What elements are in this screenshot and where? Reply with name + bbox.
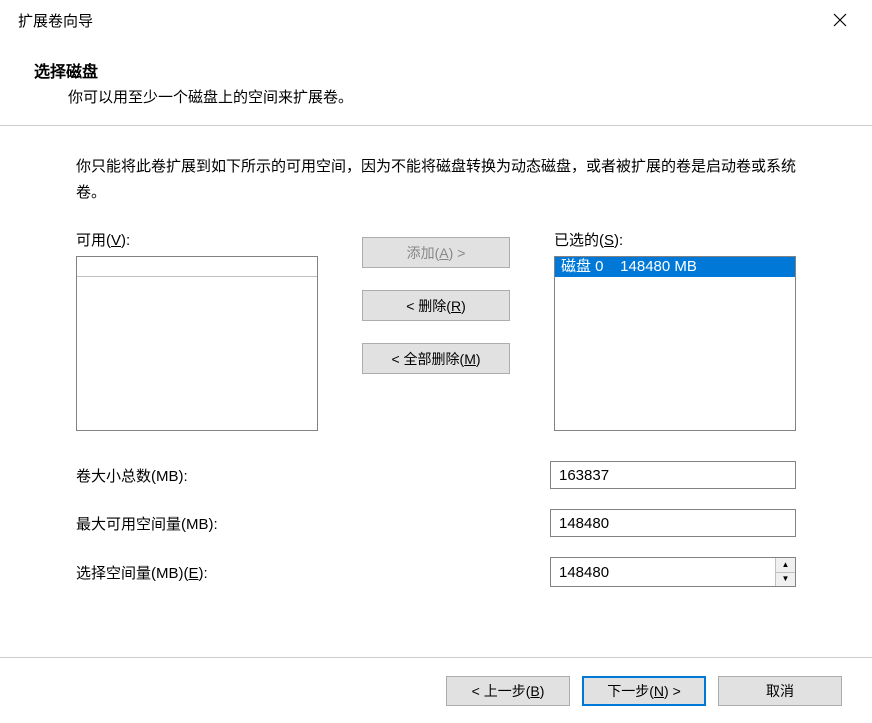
add-button[interactable]: 添加(A) > (362, 237, 510, 268)
remove-button[interactable]: < 删除(R) (362, 290, 510, 321)
remove-all-button[interactable]: < 全部删除(M) (362, 343, 510, 374)
page-heading: 选择磁盘 (34, 58, 852, 82)
close-button[interactable] (820, 5, 860, 35)
total-size-label: 卷大小总数(MB): (76, 465, 510, 486)
select-space-input[interactable] (551, 558, 775, 586)
next-button[interactable]: 下一步(N) > (582, 676, 706, 706)
info-text: 你只能将此卷扩展到如下所示的可用空间，因为不能将磁盘转换为动态磁盘，或者被扩展的… (76, 154, 796, 205)
window-title: 扩展卷向导 (18, 10, 820, 31)
available-label: 可用(V): (76, 229, 318, 250)
max-space-value: 148480 (550, 509, 796, 537)
close-icon (833, 13, 847, 27)
cancel-button[interactable]: 取消 (718, 676, 842, 706)
spinner-down-button[interactable]: ▼ (776, 573, 795, 587)
selected-label: 已选的(S): (554, 229, 796, 250)
select-space-label: 选择空间量(MB)(E): (76, 562, 510, 583)
list-item[interactable]: 磁盘 0 148480 MB (555, 257, 795, 277)
spinner-up-button[interactable]: ▲ (776, 558, 795, 573)
total-size-value: 163837 (550, 461, 796, 489)
selected-listbox[interactable]: 磁盘 0 148480 MB (554, 256, 796, 431)
available-listbox[interactable] (76, 256, 318, 431)
max-space-label: 最大可用空间量(MB): (76, 513, 510, 534)
select-space-spinner[interactable]: ▲ ▼ (550, 557, 796, 587)
page-subheading: 你可以用至少一个磁盘上的空间来扩展卷。 (68, 86, 852, 107)
back-button[interactable]: < 上一步(B) (446, 676, 570, 706)
